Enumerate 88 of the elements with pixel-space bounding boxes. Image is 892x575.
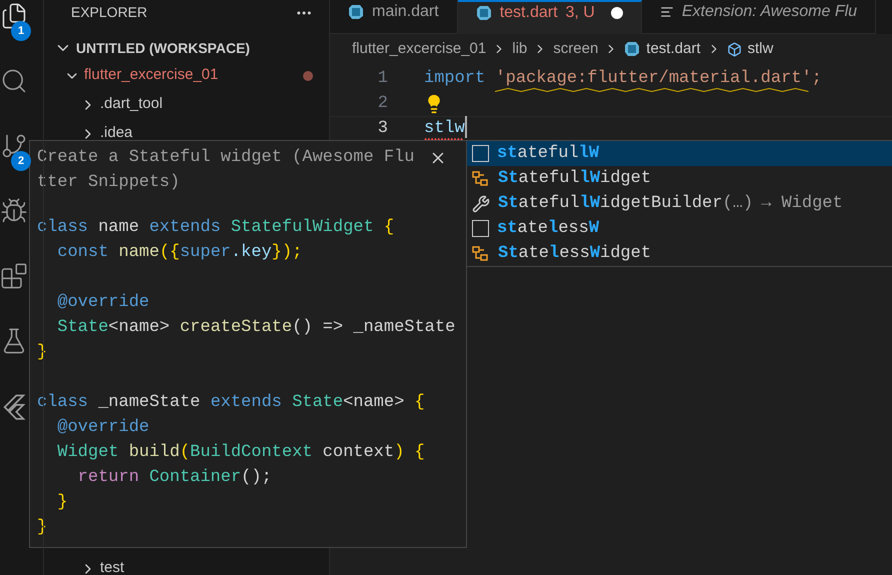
code-token: import <box>424 68 486 88</box>
code-token: createState <box>180 317 292 339</box>
code-token: <name> <box>343 392 406 414</box>
class-icon <box>472 170 490 188</box>
suggestion-item[interactable]: StatefullWidget <box>467 166 892 191</box>
activity-button[interactable]: 1 <box>0 2 32 42</box>
code-token: BuildContext <box>190 442 312 464</box>
code-token: (); <box>241 467 272 489</box>
breadcrumb-item[interactable]: screen <box>553 38 598 60</box>
code-token: ) { <box>394 442 425 464</box>
code-token: return <box>76 467 140 489</box>
suggestion-signature: (…) <box>722 192 754 215</box>
count-badge: 2 <box>11 151 31 171</box>
code-token: _nameState <box>98 392 202 414</box>
tree-item[interactable]: test <box>44 554 329 575</box>
tree-item[interactable]: flutter_excercise_01 <box>44 61 329 90</box>
code-token: extends <box>149 217 222 239</box>
line-number: 2 <box>376 92 388 115</box>
suggestion-detail: → Widget <box>761 192 843 215</box>
suggestion-label: StatefullWidgetBuilder <box>498 192 722 215</box>
breadcrumb-item[interactable]: stlw <box>748 38 774 60</box>
code-token: build <box>128 442 180 464</box>
code-token: super <box>180 242 231 264</box>
snippet-icon <box>472 145 489 162</box>
code-token: StatefulWidget <box>230 217 375 239</box>
suggestion-item[interactable]: StatelessWidget <box>467 241 892 266</box>
line-number: 3 <box>376 118 388 140</box>
breadcrumb-item[interactable]: flutter_excercise_01 <box>352 38 486 60</box>
tree-item[interactable]: .idea <box>44 119 329 148</box>
suggestion-item[interactable]: statelessW <box>467 216 892 241</box>
breadcrumb-item[interactable]: test.dart <box>646 38 700 60</box>
class-icon <box>472 244 490 262</box>
suggestion-item[interactable]: statefullW <box>467 141 892 166</box>
code-token: ( <box>180 442 190 464</box>
code-token: 'package:flutter/material.dart'; <box>495 68 822 88</box>
suggestion-label: StatelessWidget <box>498 242 652 265</box>
snippet-title: Create a Stateful widget (Awesome Flutter Snippets) <box>37 147 416 194</box>
code-token: { <box>384 217 394 239</box>
text-cursor <box>464 116 467 138</box>
code-token: } <box>56 492 68 514</box>
code-token: State <box>292 392 344 414</box>
tree-label: .idea <box>100 123 133 144</box>
code-token: @override <box>56 292 150 314</box>
code-token: stlw <box>424 118 465 138</box>
code-token: class <box>37 217 90 239</box>
code-token: @override <box>56 417 150 439</box>
code-token: () => _nameState <box>292 317 456 339</box>
code-token: State <box>56 317 108 339</box>
code-token: class <box>37 392 90 414</box>
tree-item[interactable]: .dart_tool <box>44 90 329 119</box>
tree-label: .dart_tool <box>100 94 163 114</box>
code-token: { <box>414 392 425 414</box>
code-token: extends <box>210 392 283 414</box>
blocks-icon <box>0 262 28 290</box>
search-icon <box>0 67 28 95</box>
code-token: ({ <box>159 242 180 264</box>
code-token: .key <box>230 242 272 264</box>
editor-tab[interactable]: main.dart <box>330 0 458 34</box>
suggestion-label: StatefullWidget <box>498 168 652 190</box>
tab-status: 3, U <box>566 3 595 23</box>
snippet-icon <box>472 220 489 237</box>
code-token: name <box>98 217 140 239</box>
tree-label: flutter_excercise_01 <box>84 65 218 86</box>
bug-icon <box>0 197 28 225</box>
code-token: context <box>322 442 394 464</box>
dart-icon <box>476 5 492 21</box>
symbol-icon <box>726 42 742 56</box>
workspace-header[interactable]: UNTITLED (WORKSPACE) <box>44 37 329 59</box>
code-token: }); <box>272 242 302 264</box>
suggestion-label: statefullW <box>497 142 600 165</box>
code-token: Widget <box>56 442 120 464</box>
editor-tab[interactable]: Extension: Awesome Flu <box>642 0 876 34</box>
dart-icon <box>348 4 364 20</box>
code-token: name <box>118 242 160 264</box>
breadcrumb-item[interactable]: lib <box>512 38 528 60</box>
line-number: 1 <box>376 68 388 90</box>
suggestion-label: statelessW <box>497 218 600 240</box>
editor-tab[interactable]: test.dart 3, U <box>458 0 642 34</box>
code-token: Container <box>149 467 242 489</box>
panel-title: EXPLORER <box>71 3 148 22</box>
code-token: <name> <box>108 317 171 339</box>
count-badge: 1 <box>11 21 31 41</box>
suggestion-item[interactable]: StatefullWidgetBuilder(…) → Widget <box>467 191 892 216</box>
code-token: const <box>56 242 110 264</box>
dart-icon <box>624 41 640 57</box>
wrench-icon <box>472 194 490 212</box>
tree-label: test <box>100 558 124 575</box>
document-icon <box>660 4 674 18</box>
